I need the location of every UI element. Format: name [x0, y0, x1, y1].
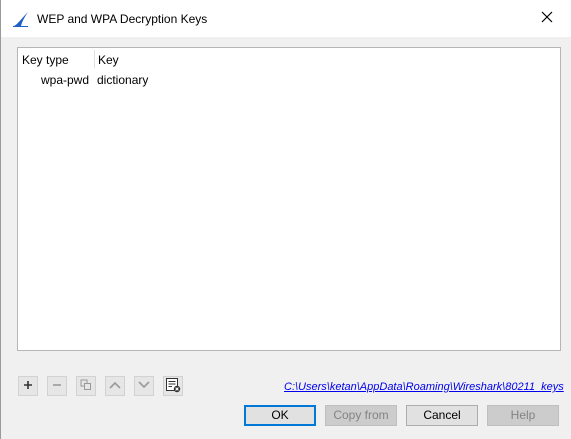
column-separator[interactable]: [94, 50, 95, 68]
close-icon: [541, 11, 553, 26]
window-title: WEP and WPA Decryption Keys: [37, 12, 208, 26]
remove-key-button[interactable]: [47, 376, 67, 396]
add-key-button[interactable]: [18, 376, 38, 396]
move-down-icon: [138, 379, 150, 393]
wireshark-fin-icon: [12, 10, 30, 28]
move-up-button[interactable]: [105, 376, 125, 396]
remove-icon: [52, 379, 62, 393]
column-header-key[interactable]: Key: [98, 53, 119, 67]
cell-key-type[interactable]: wpa-pwd: [41, 73, 89, 87]
copy-key-button[interactable]: [76, 376, 96, 396]
table-header: Key type Key: [18, 48, 560, 70]
title-bar[interactable]: WEP and WPA Decryption Keys: [1, 0, 571, 37]
dialog-window: WEP and WPA Decryption Keys Key type Key…: [0, 0, 571, 439]
column-header-key-type[interactable]: Key type: [22, 53, 69, 67]
ok-button[interactable]: OK: [244, 405, 316, 426]
copy-from-button[interactable]: Copy from: [325, 405, 397, 426]
move-up-icon: [109, 379, 121, 393]
keys-table[interactable]: Key type Key wpa-pwd dictionary: [17, 47, 561, 351]
move-down-button[interactable]: [134, 376, 154, 396]
clear-icon: [165, 377, 181, 396]
cell-key[interactable]: dictionary: [97, 73, 148, 87]
add-icon: [23, 379, 33, 393]
close-button[interactable]: [525, 0, 569, 37]
cancel-button[interactable]: Cancel: [406, 405, 478, 426]
help-button[interactable]: Help: [487, 405, 559, 426]
copy-icon: [80, 379, 92, 394]
clear-keys-button[interactable]: [163, 376, 183, 396]
table-row[interactable]: wpa-pwd dictionary: [18, 71, 560, 89]
keys-file-path-link[interactable]: C:\Users\ketan\AppData\Roaming\Wireshark…: [284, 381, 564, 393]
